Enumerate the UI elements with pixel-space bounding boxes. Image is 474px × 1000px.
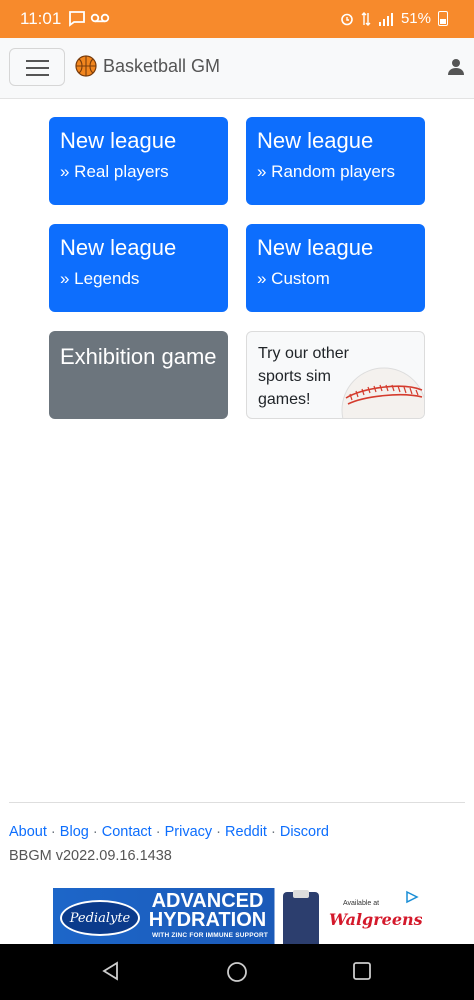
alarm-icon [341,13,353,25]
new-league-legends-button[interactable]: New league » Legends [49,224,228,312]
exhibition-game-button[interactable]: Exhibition game [49,331,228,419]
tile-title: New league [257,128,374,153]
tile-title: Exhibition game [60,344,217,369]
tile-text: Try our other sports sim games! [258,345,349,408]
basketball-icon [75,55,97,77]
tile-subtitle: » Custom [257,269,330,288]
status-bar: 11:01 51% [0,0,474,38]
tile-title: New league [60,128,177,153]
other-sports-games-link[interactable]: Try our other sports sim games! [246,331,425,419]
menu-toggle-button[interactable] [9,48,65,86]
new-league-random-players-button[interactable]: New league » Random players [246,117,425,205]
footer-link-blog[interactable]: Blog [60,824,89,840]
notification-icons [68,9,110,32]
footer-link-discord[interactable]: Discord [280,824,329,840]
tile-subtitle: » Random players [257,162,395,181]
clock: 11:01 [20,9,62,28]
footer-divider [9,802,465,803]
footer-link-about[interactable]: About [9,824,47,840]
tile-subtitle: » Legends [60,269,140,288]
battery-icon [438,11,448,26]
ad-product-image [283,890,319,944]
ad-headline: ADVANCED HYDRATION [148,890,267,931]
tile-title: New league [60,235,177,260]
recent-apps-icon[interactable] [352,961,372,981]
back-icon[interactable] [101,961,121,981]
ad-banner[interactable]: Pedialyte ADVANCED HYDRATION WITH ZINC F… [53,888,422,944]
ad-retailer: Walgreens [329,910,422,929]
brand-name: Basketball GM [103,55,221,76]
footer-links: About · Blog · Contact · Privacy · Reddi… [9,824,329,840]
footer-link-contact[interactable]: Contact [102,824,152,840]
top-navbar: Basketball GM [0,38,474,99]
ad-logo: Pedialyte [60,900,140,936]
tile-subtitle: » Real players [60,162,169,181]
new-league-custom-button[interactable]: New league » Custom [246,224,425,312]
system-navigation-bar [0,944,474,1000]
battery-percent: 51% [400,10,431,27]
ad-available-text: Available at [343,900,380,907]
data-icon [361,11,371,26]
tile-title: New league [257,235,374,260]
home-icon[interactable] [226,961,248,983]
signal-icon [378,12,393,26]
footer-link-reddit[interactable]: Reddit [225,824,267,840]
ad-tagline: WITH ZINC FOR IMMUNE SUPPORT [151,932,269,939]
user-icon[interactable] [447,58,465,76]
adchoices-icon[interactable] [405,890,419,904]
new-league-real-players-button[interactable]: New league » Real players [49,117,228,205]
brand-link[interactable]: Basketball GM [75,55,220,77]
version-text: BBGM v2022.09.16.1438 [9,848,172,864]
footer-link-privacy[interactable]: Privacy [165,824,213,840]
message-icon [69,11,85,27]
system-icons: 51% [340,10,448,27]
voicemail-icon [91,13,110,23]
